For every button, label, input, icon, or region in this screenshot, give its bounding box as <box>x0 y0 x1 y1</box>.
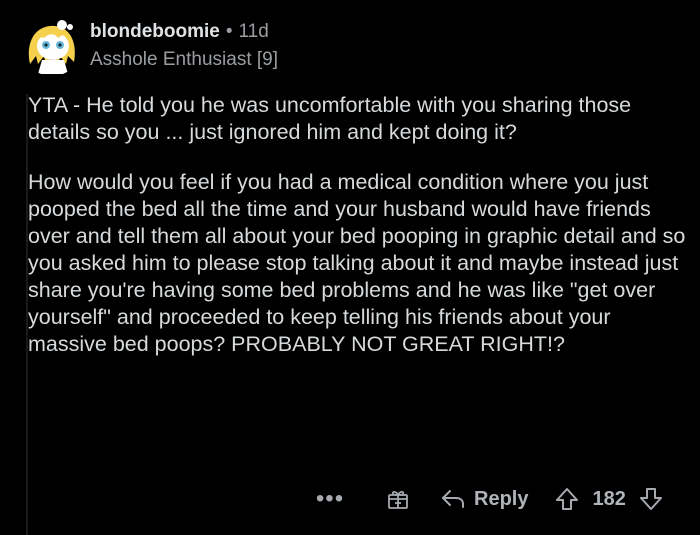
more-options-button[interactable]: ••• <box>312 487 348 511</box>
user-flair: Asshole Enthusiast [9] <box>90 49 278 70</box>
avatar-icon <box>22 16 82 76</box>
avatar[interactable] <box>22 16 82 76</box>
comment-age: 11d <box>238 21 269 42</box>
vote-score: 182 <box>592 487 626 510</box>
award-gift-icon <box>388 490 408 509</box>
upvote-arrow-icon <box>556 488 579 510</box>
reply-button[interactable]: Reply <box>440 488 528 511</box>
comment-paragraph: How would you feel if you had a medical … <box>28 170 686 356</box>
award-button[interactable] <box>386 487 410 511</box>
comment-paragraph: YTA - He told you he was uncomfortable w… <box>28 93 632 144</box>
more-options-icon: ••• <box>315 485 345 512</box>
downvote-button[interactable] <box>638 486 664 512</box>
comment-header: blondeboomie • 11d Asshole Enthusiast [9] <box>22 14 278 78</box>
author-line: blondeboomie • 11d <box>90 20 278 44</box>
meta-separator: • <box>225 21 233 42</box>
upvote-button[interactable] <box>554 486 580 512</box>
reply-arrow-icon <box>442 490 464 508</box>
comment-actions: ••• Reply 182 <box>310 482 664 516</box>
downvote-arrow-icon <box>639 488 662 510</box>
comment: blondeboomie • 11d Asshole Enthusiast [9] … <box>0 0 700 535</box>
reply-label: Reply <box>474 487 529 510</box>
comment-body: YTA - He told you he was uncomfortable w… <box>28 92 688 358</box>
author-username[interactable]: blondeboomie <box>90 21 220 42</box>
user-meta: blondeboomie • 11d Asshole Enthusiast [9] <box>90 20 278 72</box>
